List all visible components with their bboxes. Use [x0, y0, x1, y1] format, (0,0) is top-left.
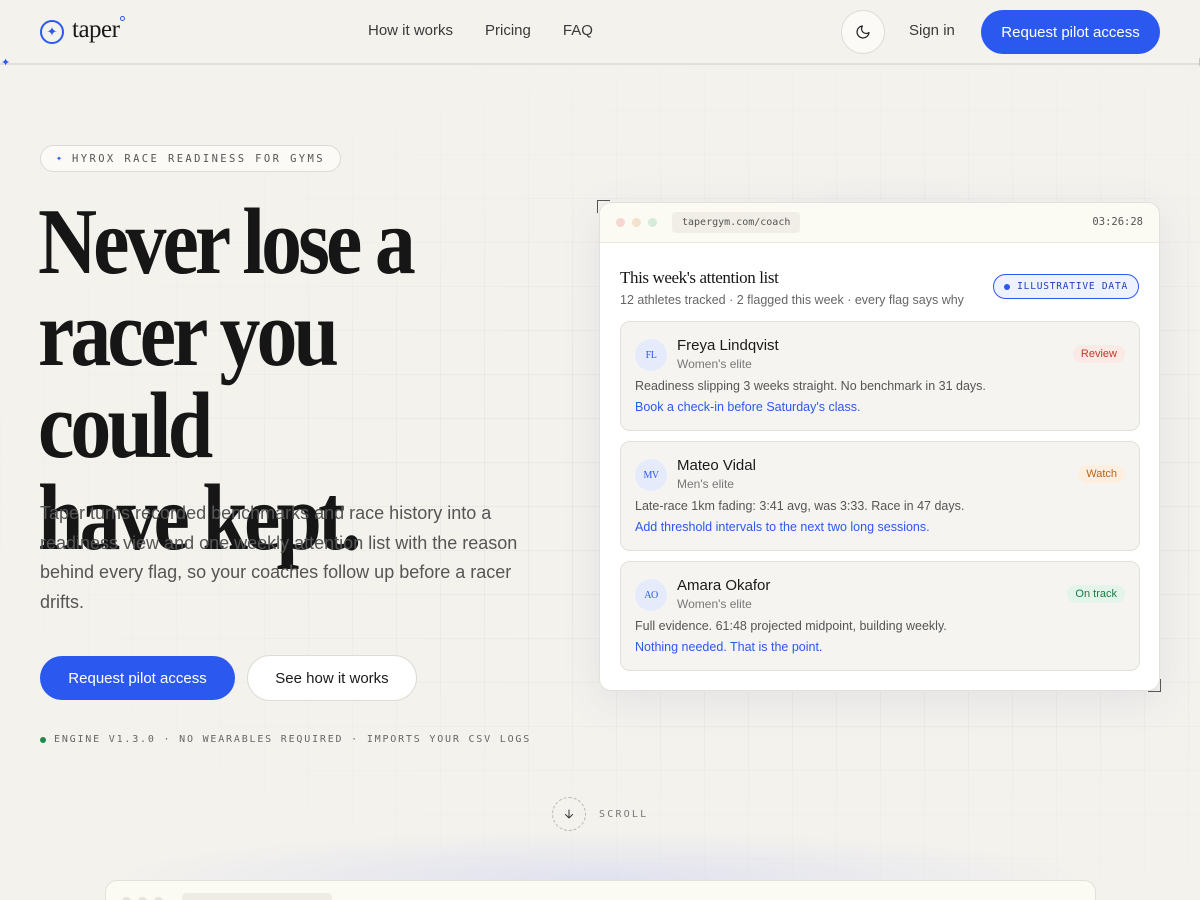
- url-bar: [182, 893, 332, 900]
- status-badge: On track: [1067, 585, 1125, 603]
- athlete-action[interactable]: Book a check-in before Saturday's class.: [635, 400, 860, 414]
- headline-line: Never lose a: [38, 190, 416, 294]
- eyebrow-pill: ✦ HYROX RACE READINESS FOR GYMS: [40, 145, 341, 172]
- sign-in-link[interactable]: Sign in: [909, 22, 955, 39]
- status-dot: [40, 736, 46, 743]
- moon-icon: [856, 25, 870, 39]
- athlete-card[interactable]: MV Mateo Vidal Men's elite Watch Late-ra…: [620, 441, 1140, 551]
- illustrative-data-badge: ILLUSTRATIVE DATA: [993, 274, 1139, 299]
- avatar: FL: [635, 339, 667, 371]
- divider-star-icon: ✦: [1, 56, 11, 69]
- illustrative-data-label: ILLUSTRATIVE DATA: [1017, 281, 1128, 292]
- avatar: AO: [635, 579, 667, 611]
- nav-link-pricing[interactable]: Pricing: [485, 22, 531, 39]
- theme-toggle-button[interactable]: [841, 10, 885, 54]
- attention-list-subtitle: 12 athletes tracked · 2 flagged this wee…: [620, 293, 964, 307]
- athlete-division: Men's elite: [677, 477, 734, 491]
- coach-preview-card: tapergym.com/coach 03:26:28 This week's …: [599, 202, 1160, 691]
- sparkle-icon: ✦: [56, 153, 63, 164]
- window-dot: [648, 218, 657, 227]
- athlete-name: Freya Lindqvist: [677, 337, 779, 354]
- athlete-note: Full evidence. 61:48 projected midpoint,…: [635, 619, 947, 633]
- nav-link-how-it-works[interactable]: How it works: [368, 22, 453, 39]
- dashboard-preview-card: [105, 880, 1096, 900]
- eyebrow-text: HYROX RACE READINESS FOR GYMS: [72, 152, 325, 165]
- sparkle-icon: ✦: [40, 20, 64, 44]
- athlete-action[interactable]: Add threshold intervals to the next two …: [635, 520, 930, 534]
- arrow-down-icon: [552, 797, 586, 831]
- nav-request-access-button[interactable]: Request pilot access: [981, 10, 1160, 54]
- athlete-note: Late-race 1km fading: 3:41 avg, was 3:33…: [635, 499, 965, 513]
- status-badge: Watch: [1078, 465, 1125, 483]
- scroll-indicator[interactable]: SCROLL: [552, 797, 648, 831]
- brand-name: taper: [72, 16, 126, 44]
- athlete-card[interactable]: AO Amara Okafor Women's elite On track F…: [620, 561, 1140, 671]
- athlete-name: Amara Okafor: [677, 577, 771, 594]
- nav-divider: [0, 63, 1200, 65]
- athlete-note: Readiness slipping 3 weeks straight. No …: [635, 379, 986, 393]
- engine-meta: ENGINE V1.3.0 · NO WEARABLES REQUIRED · …: [40, 734, 531, 745]
- nav-link-faq[interactable]: FAQ: [563, 22, 593, 39]
- athlete-action[interactable]: Nothing needed. That is the point.: [635, 640, 822, 654]
- clock: 03:26:28: [1092, 216, 1143, 228]
- athlete-card[interactable]: FL Freya Lindqvist Women's elite Review …: [620, 321, 1140, 431]
- see-how-it-works-button[interactable]: See how it works: [247, 655, 417, 701]
- brand-logo[interactable]: ✦ taper: [40, 16, 126, 46]
- avatar: MV: [635, 459, 667, 491]
- nav-links: How it works Pricing FAQ: [368, 22, 593, 39]
- scroll-label: SCROLL: [599, 808, 649, 820]
- athlete-division: Women's elite: [677, 597, 752, 611]
- hero-request-access-button[interactable]: Request pilot access: [40, 656, 235, 700]
- window-dot: [616, 218, 625, 227]
- window-dot: [632, 218, 641, 227]
- headline-line: racer you could: [38, 282, 339, 478]
- corner-bracket: [1148, 679, 1161, 692]
- athlete-division: Women's elite: [677, 357, 752, 371]
- engine-meta-text: ENGINE V1.3.0 · NO WEARABLES REQUIRED · …: [54, 734, 532, 745]
- badge-dot: [1004, 283, 1011, 290]
- status-badge: Review: [1072, 345, 1125, 363]
- logo-dot: [120, 16, 126, 21]
- window-dots: [616, 218, 657, 227]
- url-bar: tapergym.com/coach: [672, 212, 801, 233]
- hero-subcopy: Taper turns recorded benchmarks and race…: [40, 503, 518, 612]
- browser-bar: tapergym.com/coach 03:26:28: [600, 203, 1159, 243]
- attention-list-title: This week's attention list: [620, 268, 779, 287]
- athlete-name: Mateo Vidal: [677, 457, 756, 474]
- top-nav: ✦ taper How it works Pricing FAQ Sign in…: [0, 0, 1200, 64]
